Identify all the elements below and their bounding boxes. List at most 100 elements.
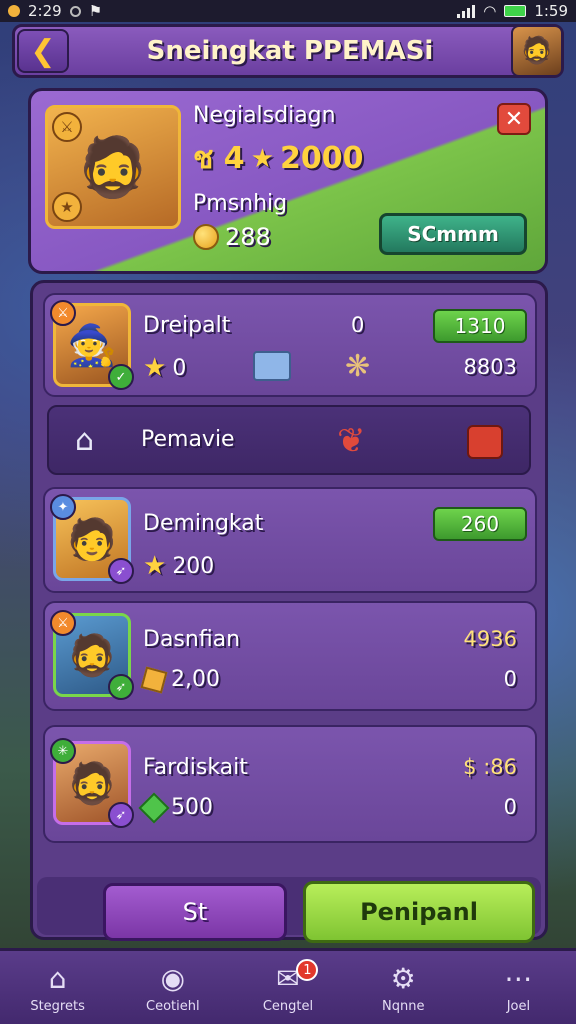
hero-power-pill[interactable]: 1310 bbox=[433, 309, 527, 343]
nav-label: Ceotiehl bbox=[146, 999, 200, 1014]
green-gem-icon bbox=[138, 791, 170, 824]
filter-label: Pemavie bbox=[141, 427, 235, 452]
close-button[interactable]: ✕ bbox=[497, 103, 531, 135]
rank-prefix: ช 4 bbox=[193, 141, 245, 176]
ninja-face-icon: ◉ bbox=[160, 961, 186, 995]
class-badge-icon: ⚔ bbox=[50, 300, 76, 326]
class-badge-icon: ⚔ bbox=[52, 112, 82, 142]
close-icon: ✕ bbox=[504, 106, 524, 132]
hero-name: Fardiskait bbox=[143, 755, 248, 780]
chat-bubble-icon: ⋯ bbox=[504, 961, 533, 995]
hero-portrait: 🧙 ⚔ ✓ bbox=[50, 300, 134, 390]
battery-icon bbox=[504, 5, 527, 17]
hero-face-icon: 🧙 bbox=[67, 322, 117, 369]
hero-portrait: 🧑 ✦ ➶ bbox=[50, 494, 134, 584]
back-button[interactable]: ❮ bbox=[17, 29, 69, 73]
level-badge-icon: ➶ bbox=[108, 674, 134, 700]
nav-item-chat[interactable]: ⋯ Joel bbox=[461, 951, 576, 1024]
roster-panel: 🧙 ⚔ ✓ Dreipalt 0 1310 ★ 0 ❋ 8803 ⌂ Pemav… bbox=[30, 280, 548, 943]
class-badge-icon: ✳ bbox=[50, 738, 76, 764]
hero-face-icon: 🧔 bbox=[67, 760, 117, 807]
hero-name: Dasnfian bbox=[143, 627, 241, 652]
hero-gems: 500 bbox=[138, 791, 213, 824]
wifi-icon: ◠ bbox=[483, 2, 497, 20]
cast-icon: ⚑ bbox=[88, 2, 103, 20]
nav-item-mail[interactable]: ✉ 1 Cengtel bbox=[230, 951, 345, 1024]
profile-action-button[interactable]: SCmmm bbox=[379, 213, 527, 255]
hero-right-bottom: 0 bbox=[503, 795, 517, 819]
nut-icon: ❋ bbox=[345, 349, 371, 384]
hero-right-top: 4936 bbox=[463, 627, 517, 651]
coin-value: 288 bbox=[225, 223, 271, 251]
nav-item-settings[interactable]: ⚙ Nqnne bbox=[346, 951, 461, 1024]
hero-gems-value: 500 bbox=[171, 795, 213, 820]
profile-rank: ช 4 ★ 2000 bbox=[193, 135, 364, 182]
top-header: ❮ Sneingkat PPEMASi 🧔 bbox=[12, 24, 564, 78]
roster-row[interactable]: 🧔 ⚔ ➶ Dasnfian 4936 2,00 0 bbox=[43, 601, 537, 711]
notification-badge: 1 bbox=[296, 959, 319, 981]
action-bar: St Penipanl bbox=[37, 877, 541, 943]
gold-gem-icon bbox=[140, 666, 168, 693]
signal-icon bbox=[457, 4, 476, 18]
hero-right-value: 8803 bbox=[463, 355, 517, 379]
level-badge-icon: ➶ bbox=[108, 558, 134, 584]
hero-portrait[interactable]: 🧔 ⚔ ★ bbox=[45, 105, 181, 229]
hero-face-icon: 🧔 bbox=[76, 132, 150, 201]
nav-label: Cengtel bbox=[262, 999, 314, 1014]
hero-stars: ★ 0 bbox=[143, 353, 186, 383]
hero-gold-value: 2,00 bbox=[171, 667, 220, 692]
primary-button[interactable]: Penipanl bbox=[303, 881, 535, 943]
profile-subtitle: Pmsnhig bbox=[193, 191, 288, 216]
house-icon: ⌂ bbox=[75, 423, 95, 458]
hero-stars: ★ 200 bbox=[143, 551, 214, 581]
sync-icon bbox=[69, 5, 81, 17]
roster-row[interactable]: 🧙 ⚔ ✓ Dreipalt 0 1310 ★ 0 ❋ 8803 bbox=[43, 293, 537, 397]
level-badge-icon: ➶ bbox=[108, 802, 134, 828]
hero-portrait: 🧔 ⚔ ➶ bbox=[50, 610, 134, 700]
nav-label: Joel bbox=[506, 999, 531, 1014]
star-icon: ★ bbox=[143, 551, 167, 581]
back-arrow-icon: ❮ bbox=[30, 33, 56, 69]
hero-power-pill[interactable]: 260 bbox=[433, 507, 527, 541]
hero-portrait: 🧔 ✳ ➶ bbox=[50, 738, 134, 828]
leaf-icon: ❦ bbox=[337, 421, 366, 461]
status-time: 2:29 bbox=[28, 2, 62, 20]
hero-face-icon: 🧑 bbox=[67, 516, 117, 563]
level-badge-icon: ★ bbox=[52, 192, 82, 222]
nav-label: Nqnne bbox=[381, 999, 425, 1014]
secondary-button[interactable]: St bbox=[103, 883, 287, 941]
hero-right-bottom: 0 bbox=[503, 667, 517, 691]
hero-right-top: $ :86 bbox=[463, 755, 517, 779]
level-badge-icon: ✓ bbox=[108, 364, 134, 390]
bottom-nav: ⌂ Stegrets ◉ Ceotiehl ✉ 1 Cengtel ⚙ Nqnn… bbox=[0, 948, 576, 1024]
coin-balance: 288 bbox=[193, 223, 271, 251]
nav-item-home[interactable]: ⌂ Stegrets bbox=[0, 951, 115, 1024]
hero-stars-value: 200 bbox=[172, 553, 215, 579]
player-avatar[interactable]: 🧔 bbox=[511, 25, 563, 77]
chest-icon[interactable] bbox=[467, 425, 503, 459]
profile-card: 🧔 ⚔ ★ Negialsdiagn ช 4 ★ 2000 ✕ Pmsnhig … bbox=[28, 88, 548, 274]
coin-icon bbox=[193, 224, 219, 250]
hero-gold: 2,00 bbox=[140, 666, 220, 693]
notification-dot-icon bbox=[8, 5, 20, 17]
filter-row[interactable]: ⌂ Pemavie ❦ bbox=[47, 405, 531, 475]
profile-name: Negialsdiagn bbox=[193, 103, 336, 128]
roster-row[interactable]: 🧔 ✳ ➶ Fardiskait $ :86 500 0 bbox=[43, 725, 537, 843]
hero-face-icon: 🧔 bbox=[67, 632, 117, 679]
gear-icon: ⚙ bbox=[390, 961, 416, 995]
nav-label: Stegrets bbox=[30, 999, 85, 1014]
star-icon: ★ bbox=[143, 353, 167, 383]
class-badge-icon: ⚔ bbox=[50, 610, 76, 636]
roster-row[interactable]: 🧑 ✦ ➶ Demingkat 260 ★ 200 bbox=[43, 487, 537, 593]
rank-value: 2000 bbox=[280, 141, 364, 176]
ice-block-icon bbox=[253, 351, 291, 381]
status-bar: 2:29 ⚑ ◠ 1:59 bbox=[0, 0, 576, 22]
star-icon: ★ bbox=[250, 143, 274, 174]
page-title: Sneingkat PPEMASi bbox=[146, 36, 434, 66]
nav-item-heroes[interactable]: ◉ Ceotiehl bbox=[115, 951, 230, 1024]
hero-stars-value: 0 bbox=[172, 355, 187, 381]
hero-name: Demingkat bbox=[143, 511, 264, 536]
hero-name: Dreipalt bbox=[143, 313, 231, 338]
home-icon: ⌂ bbox=[48, 961, 67, 995]
hero-mid-value: 0 bbox=[351, 313, 365, 337]
